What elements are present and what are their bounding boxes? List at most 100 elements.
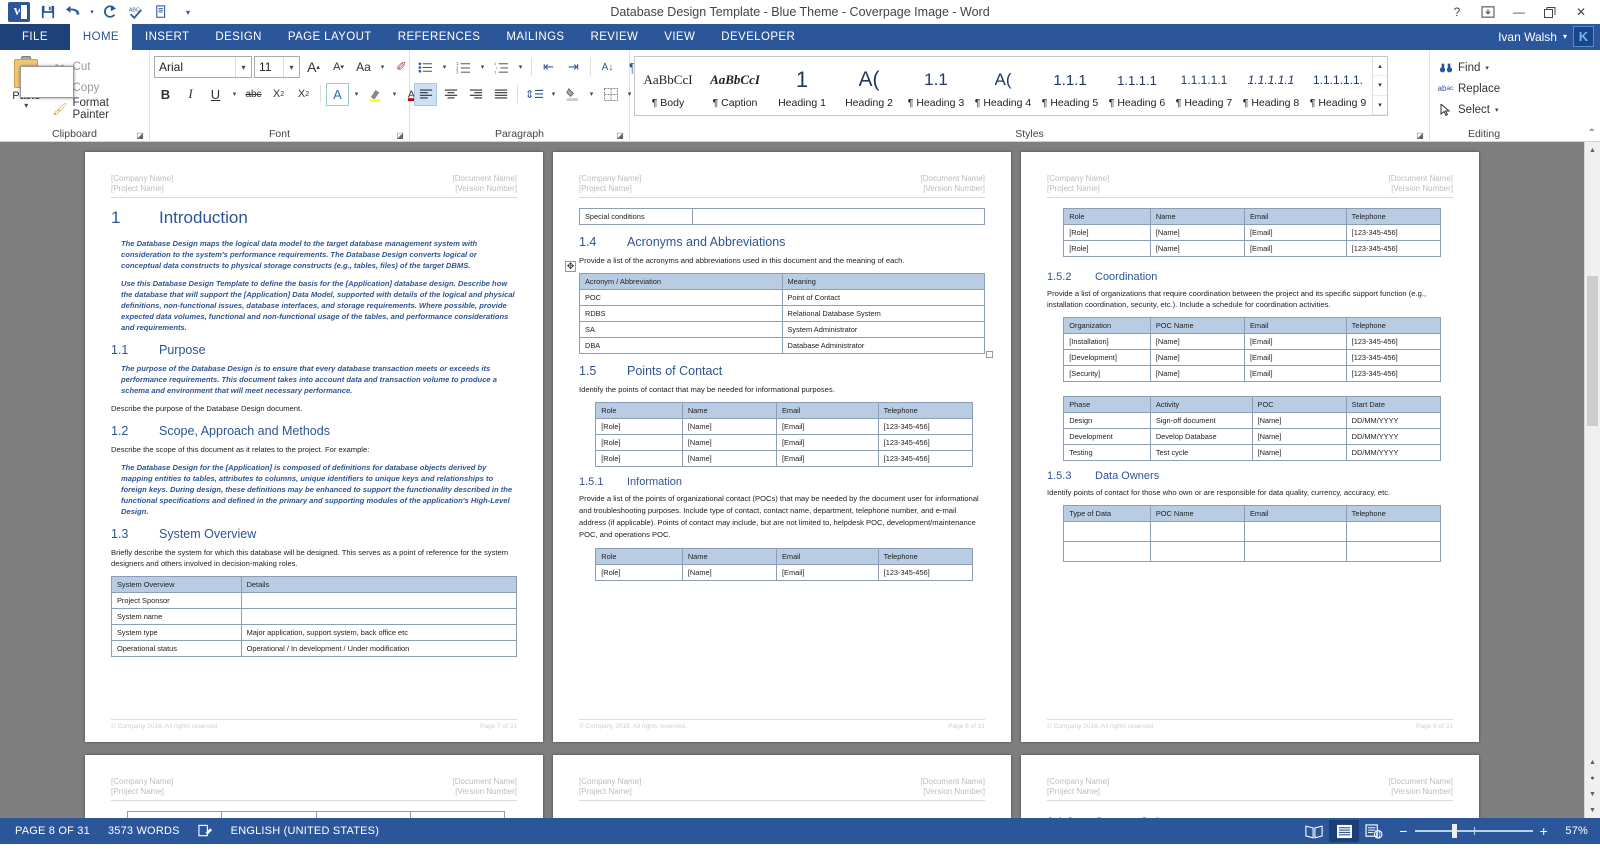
shading-dropdown-icon[interactable]: ▾ [586,83,597,106]
table-cell[interactable]: RDBS [580,306,783,322]
table-cell[interactable]: [123-345-456] [878,565,972,581]
web-layout-view-button[interactable] [1359,820,1389,842]
scroll-up-icon[interactable]: ▴ [1373,57,1387,76]
undo-dropdown-icon[interactable]: ▾ [88,1,96,23]
table-cell[interactable]: System type [112,625,242,641]
tab-developer[interactable]: DEVELOPER [708,24,808,50]
line-spacing-button[interactable]: ⇕☰ [523,83,546,106]
tab-review[interactable]: REVIEW [578,24,652,50]
table-row[interactable]: Operational status Operational / In deve… [112,641,517,657]
table-cell[interactable]: Operational status [112,641,242,657]
table-row[interactable]: Testing Test cycle [Name] DD/MM/YYYY [1064,445,1441,461]
scroll-up-icon[interactable]: ▲ [1585,142,1600,158]
poc-contact-table[interactable]: Role Name Email Telephone [Role] [Name] … [595,548,973,581]
style-item-heading-8[interactable]: 1.1.1.1.1 ¶ Heading 8 [1238,57,1305,115]
table-row[interactable]: DBA Database Administrator [580,338,985,354]
help-button[interactable]: ? [1442,1,1472,23]
collapse-ribbon-icon[interactable]: ⌃ [1588,128,1596,139]
change-case-dropdown-icon[interactable]: ▾ [377,56,388,79]
multilevel-dropdown-icon[interactable]: ▾ [515,56,526,79]
paste-button[interactable]: Paste ▾ [4,53,49,110]
proofing-errors-icon[interactable] [189,818,222,844]
tab-home[interactable]: HOME [70,24,132,50]
table-cell[interactable]: [Role] [596,565,683,581]
table-cell[interactable] [1346,522,1440,542]
next-page-icon[interactable]: ▼ [1585,786,1600,802]
styles-gallery[interactable]: AaBbCcI ¶ Body AaBbCcI ¶ Caption 1 Headi… [634,56,1388,116]
table-cell[interactable]: [Installation] [1064,334,1151,350]
table-cell[interactable]: [123-345-456] [1346,241,1440,257]
table-cell[interactable]: [Name] [1252,429,1346,445]
find-button[interactable]: Find ▾ [1434,57,1493,78]
table-cell[interactable]: [Security] [1064,366,1151,382]
coordination-schedule-table[interactable]: Phase Activity POC Start Date Design Sig… [1063,396,1441,461]
page-indicator[interactable]: PAGE 8 OF 31 [6,818,99,844]
previous-page-icon[interactable]: ▲ [1585,754,1600,770]
style-item-heading-4[interactable]: A( ¶ Heading 4 [970,57,1037,115]
table-cell[interactable]: Design [1064,413,1151,429]
style-item-heading-6[interactable]: 1.1.1.1 ¶ Heading 6 [1104,57,1171,115]
paste-dropdown-icon[interactable]: ▾ [24,102,28,110]
table-cell[interactable]: [Name] [1150,334,1244,350]
table-cell[interactable] [1346,542,1440,562]
multilevel-list-button[interactable]: 1i1 [490,56,513,79]
redo-icon[interactable] [98,1,122,23]
zoom-out-button[interactable]: − [1399,823,1407,839]
find-dropdown-icon[interactable]: ▾ [1485,64,1489,72]
table-cell[interactable]: [Role] [596,451,683,467]
select-dropdown-icon[interactable]: ▾ [1495,106,1499,114]
table-cell[interactable]: [Name] [682,419,776,435]
table-cell[interactable]: Sign-off document [1150,413,1252,429]
table-cell[interactable]: [Name] [1252,413,1346,429]
style-item-body[interactable]: AaBbCcI ¶ Body [635,57,702,115]
table-cell[interactable]: [Name] [1150,225,1244,241]
table-cell[interactable] [316,812,410,819]
table-row[interactable]: Project Sponsor [112,593,517,609]
table-cell[interactable]: [Email] [1244,350,1346,366]
paragraph-dialog-launcher[interactable]: ◪ [615,129,625,141]
numbering-button[interactable]: 123 [452,56,475,79]
tab-mailings[interactable]: MAILINGS [493,24,577,50]
table-cell[interactable] [693,209,985,225]
print-preview-icon[interactable] [150,1,174,23]
language-indicator[interactable]: ENGLISH (UNITED STATES) [222,818,388,844]
table-cell[interactable]: System name [112,609,242,625]
borders-button[interactable] [599,83,622,106]
print-layout-view-button[interactable] [1329,820,1359,842]
table-cell[interactable]: Database Administrator [782,338,985,354]
table-cell[interactable]: [Role] [596,419,683,435]
superscript-button[interactable]: X2 [292,83,315,106]
table-cell[interactable]: Special conditions [580,209,693,225]
table-cell[interactable]: [Development] [1064,350,1151,366]
table-cell[interactable]: [123-345-456] [878,451,972,467]
change-case-button[interactable]: Aa [352,56,375,79]
table-cell[interactable] [1244,522,1346,542]
table-cell[interactable]: [Email] [1244,334,1346,350]
table-row[interactable]: [Security] [Name] [Email] [123-345-456] [1064,366,1441,382]
clipboard-dialog-launcher[interactable]: ◪ [135,129,145,141]
document-page-12[interactable]: [Company Name] [Project Name] [Document … [1021,755,1479,818]
word-count[interactable]: 3573 WORDS [99,818,189,844]
points-of-contact-table[interactable]: Role Name Email Telephone [Role] [Name] … [595,402,973,467]
vertical-scrollbar[interactable]: ▲ ▲ ● ▼ ▼ [1584,142,1600,818]
table-resize-handle[interactable] [986,351,993,358]
table-row[interactable]: [Development] [Name] [Email] [123-345-45… [1064,350,1441,366]
styles-gallery-scrollbar[interactable]: ▴ ▾ ▾ [1372,57,1387,115]
table-cell[interactable]: [Name] [1150,366,1244,382]
table-cell[interactable] [241,593,516,609]
close-button[interactable]: ✕ [1566,1,1596,23]
table-cell[interactable]: Major application, support system, back … [241,625,516,641]
document-page-8[interactable]: [Company Name] [Project Name] [Document … [553,152,1011,742]
numbering-dropdown-icon[interactable]: ▾ [477,56,488,79]
justify-button[interactable] [489,83,512,106]
table-cell[interactable]: [Role] [1064,241,1151,257]
ribbon-display-options-button[interactable] [1473,1,1503,23]
zoom-level-label[interactable]: 57% [1558,825,1594,837]
strikethrough-button[interactable]: abc [242,83,265,106]
table-cell[interactable] [241,609,516,625]
table-cell[interactable]: DD/MM/YYYY [1346,429,1440,445]
scrollbar-thumb[interactable] [1587,276,1598,426]
table-cell[interactable] [1150,522,1244,542]
style-item-heading-7[interactable]: 1.1.1.1.1 ¶ Heading 7 [1171,57,1238,115]
shrink-font-button[interactable]: A▾ [327,56,350,79]
